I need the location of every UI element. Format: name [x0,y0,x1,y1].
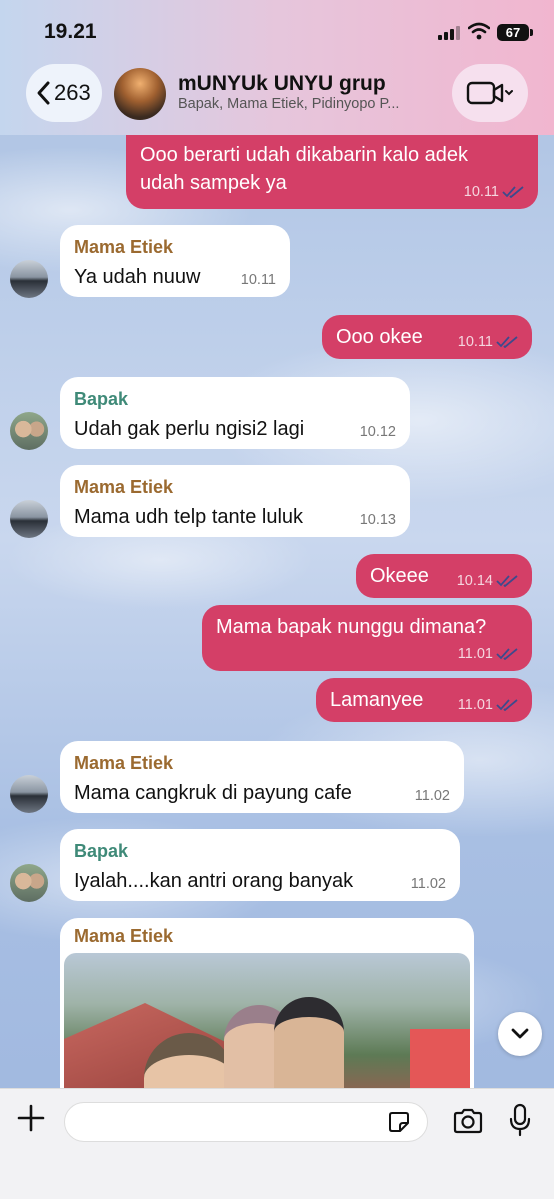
sticker-icon[interactable] [388,1111,410,1133]
message-outgoing[interactable]: Lamanyee 11.01 [316,678,532,722]
message-meta: 10.14 [457,573,518,589]
message-incoming[interactable]: Bapak Iyalah....kan antri orang banyak 1… [60,829,460,901]
sender-avatar[interactable] [10,864,48,902]
message-time: 11.02 [410,876,446,892]
message-list[interactable]: Ooo berarti udah dikabarin kalo adek uda… [0,135,554,1088]
message-meta: 10.11 [458,334,518,350]
message-text: Iyalah....kan antri orang banyak [74,870,354,892]
sender-name[interactable]: Mama Etiek [74,926,173,947]
sender-avatar[interactable] [10,412,48,450]
read-receipt-icon [496,699,518,711]
read-receipt-icon [502,186,524,198]
message-outgoing[interactable]: Ooo okee 10.11 [322,315,532,359]
message-time: 11.01 [457,697,493,713]
message-meta: 11.01 [458,697,518,713]
message-outgoing[interactable]: Okeee 10.14 [356,554,532,598]
message-time: 10.14 [456,573,493,589]
message-outgoing[interactable]: Ooo berarti udah dikabarin kalo adek uda… [126,135,538,209]
group-avatar[interactable] [114,68,166,120]
status-bar: 19.21 67 [0,0,554,60]
group-title[interactable]: mUNYUk UNYU grup [178,72,386,96]
message-meta: 11.01 [458,646,518,662]
unread-count: 263 [54,80,91,105]
message-time: 10.11 [240,272,276,288]
message-incoming[interactable]: Bapak Udah gak perlu ngisi2 lagi 10.12 [60,377,410,449]
video-camera-icon [466,81,513,105]
sender-name[interactable]: Mama Etiek [74,753,450,774]
message-input[interactable] [64,1102,428,1142]
message-outgoing[interactable]: Mama bapak nunggu dimana? 11.01 [202,605,532,671]
group-members[interactable]: Bapak, Mama Etiek, Pidinyopo P... [178,96,436,112]
read-receipt-icon [496,575,518,587]
chevron-left-icon [37,81,50,105]
sender-avatar[interactable] [10,775,48,813]
video-call-button[interactable] [452,64,528,122]
message-incoming[interactable]: Mama Etiek Mama cangkruk di payung cafe … [60,741,464,813]
message-text: Udah gak perlu ngisi2 lagi [74,418,305,440]
sender-name[interactable]: Mama Etiek [74,237,276,258]
message-time: 11.01 [457,646,493,662]
message-incoming-photo[interactable]: Mama Etiek [60,918,474,1088]
back-button[interactable]: 263 [26,64,102,122]
message-text: Mama cangkruk di payung cafe [74,782,352,804]
plus-icon[interactable] [16,1103,46,1133]
message-meta: 10.11 [464,184,524,200]
photo-attachment[interactable] [64,953,470,1088]
clock: 19.21 [44,20,97,43]
read-receipt-icon [496,336,518,348]
sender-name[interactable]: Bapak [74,389,396,410]
sender-avatar[interactable] [10,260,48,298]
camera-icon[interactable] [452,1107,484,1135]
sender-name[interactable]: Mama Etiek [74,477,396,498]
chevron-down-icon [511,1028,529,1039]
message-time: 11.02 [414,788,450,804]
message-incoming[interactable]: Mama Etiek Ya udah nuuw 10.11 [60,225,290,297]
sender-avatar[interactable] [10,500,48,538]
composer-bar [0,1088,554,1199]
read-receipt-icon [496,648,518,660]
battery-indicator: 67 [497,24,533,41]
scroll-to-bottom-button[interactable] [498,1012,542,1056]
message-text: Ooo berarti udah dikabarin kalo adek [140,144,468,166]
message-text: Mama udh telp tante luluk [74,506,304,528]
message-text: Mama bapak nunggu dimana? [216,616,487,638]
message-time: 10.11 [463,184,499,200]
message-incoming[interactable]: Mama Etiek Mama udh telp tante luluk 10.… [60,465,410,537]
microphone-icon[interactable] [508,1103,532,1137]
sender-name[interactable]: Bapak [74,841,446,862]
cellular-signal-icon [438,26,460,40]
message-time: 10.11 [457,334,493,350]
message-time: 10.13 [359,512,396,528]
message-time: 10.12 [359,424,396,440]
wifi-icon [468,22,490,40]
